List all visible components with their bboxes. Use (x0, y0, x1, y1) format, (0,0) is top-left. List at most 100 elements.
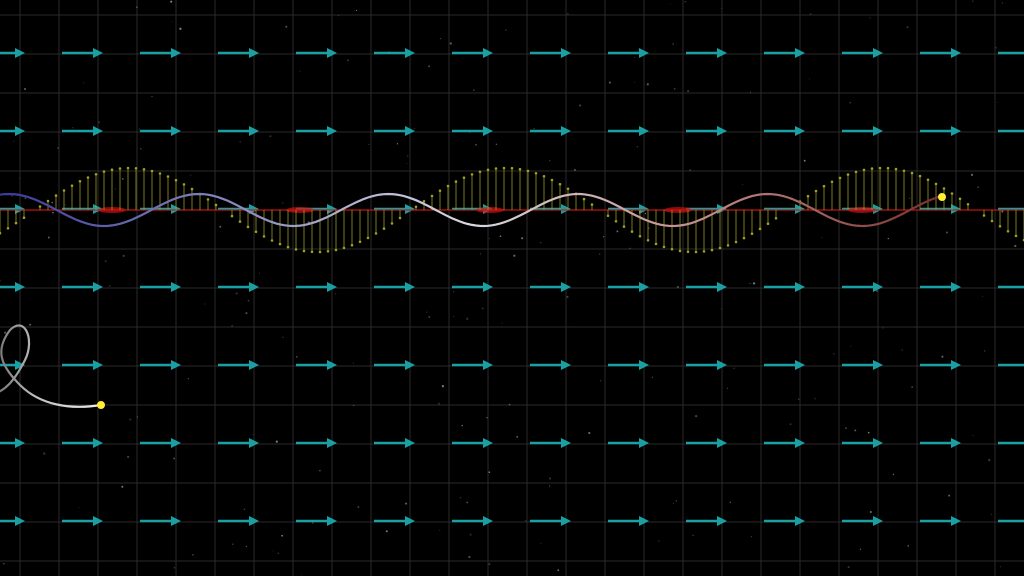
star (396, 143, 399, 145)
star (173, 457, 175, 460)
star (488, 471, 491, 474)
e-vector-tip (414, 205, 418, 209)
star (501, 322, 503, 324)
star (252, 434, 254, 436)
star (439, 529, 441, 531)
star (638, 48, 640, 51)
star (239, 141, 241, 143)
star (473, 89, 475, 91)
star (282, 202, 284, 204)
star (439, 38, 441, 40)
e-vector-tip (486, 168, 490, 172)
e-vector-tip (422, 200, 426, 203)
star (982, 295, 983, 297)
e-vector-tip (110, 168, 114, 171)
e-vector-tip (262, 235, 266, 238)
e-vector-tip (822, 184, 826, 188)
star (684, 1, 686, 3)
star (540, 242, 542, 244)
e-vector-tip (454, 180, 458, 183)
e-vector-tip (14, 221, 18, 225)
star (624, 220, 626, 222)
star (970, 173, 974, 177)
e-vector-tip (398, 216, 402, 220)
star (104, 260, 107, 263)
e-vector-tip (158, 172, 162, 175)
star (741, 183, 743, 185)
e-vector-tip (374, 232, 378, 235)
star (945, 231, 949, 234)
star (909, 197, 911, 199)
e-vector-tip (758, 227, 762, 231)
e-vector-tip (966, 203, 970, 206)
star (121, 485, 124, 488)
star (882, 327, 884, 329)
particles (97, 193, 946, 409)
e-vector-tip (886, 166, 890, 170)
e-vector-tip (126, 166, 130, 170)
e-vector-tip (662, 245, 666, 249)
star (469, 533, 472, 536)
star (0, 279, 1, 282)
star (47, 236, 50, 239)
star (972, 0, 974, 2)
star (319, 469, 321, 472)
star (854, 429, 857, 432)
star (687, 90, 689, 92)
e-vector-tip (166, 175, 170, 178)
e-vector-tip (830, 180, 834, 184)
star (513, 254, 516, 257)
star (749, 282, 751, 284)
star (231, 324, 233, 327)
star (727, 387, 729, 389)
star (833, 352, 835, 355)
axis-glow (286, 207, 314, 213)
e-vector-tip (390, 222, 394, 225)
e-vector-tip (302, 249, 306, 253)
star (405, 502, 408, 505)
star (281, 534, 284, 537)
star (887, 237, 890, 240)
e-vector-tip (22, 216, 26, 219)
star (78, 507, 80, 508)
star (219, 225, 222, 228)
e-vector-tip (894, 167, 898, 171)
star (521, 237, 524, 240)
e-vector-tip (438, 189, 442, 192)
e-vector-tip (814, 189, 818, 193)
e-vector-tip (854, 170, 858, 174)
star (453, 316, 455, 317)
star (52, 211, 54, 214)
star (999, 565, 1002, 568)
e-vector-tip (838, 176, 842, 180)
star (4, 331, 7, 334)
e-vector-tip (990, 219, 994, 223)
star (475, 143, 478, 146)
e-vector-tip (542, 175, 546, 178)
e-vector-tip (382, 227, 386, 230)
star (672, 502, 674, 504)
star (977, 186, 979, 188)
e-vector-tip (934, 182, 938, 186)
e-vector-tip (78, 180, 82, 183)
e-vector-tip (702, 250, 706, 253)
e-vector-tip (206, 198, 210, 201)
e-vector-tip (278, 242, 282, 246)
star (646, 83, 649, 86)
e-vector-tip (502, 166, 506, 170)
star (495, 143, 498, 146)
e-vector-tip (310, 250, 314, 254)
star (466, 317, 469, 320)
star (179, 27, 182, 30)
e-vector-tip (118, 167, 122, 170)
star (821, 236, 823, 238)
e-vector-tip (350, 243, 354, 247)
star (235, 292, 238, 295)
star (911, 386, 913, 388)
star (505, 29, 507, 31)
e-vector-tip (86, 176, 90, 179)
star (43, 452, 46, 455)
star (636, 145, 639, 148)
star (814, 398, 816, 400)
star (901, 349, 903, 351)
